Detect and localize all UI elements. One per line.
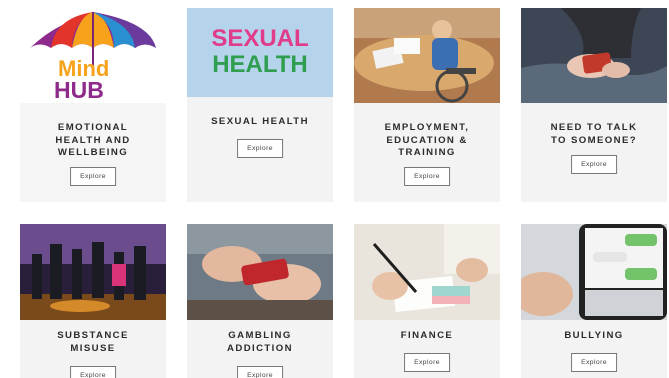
- sexual-health-wordmark: SEXUAL HEALTH: [211, 25, 308, 78]
- photo-hands-red-phone-image: [187, 224, 333, 320]
- card-title-line: Education &: [386, 134, 468, 146]
- photo-writing-notes-image: [354, 224, 500, 320]
- card-title-line: Addiction: [227, 342, 293, 354]
- photo-student-wheelchair: [354, 8, 500, 103]
- card-title: Gambling Addiction: [187, 330, 333, 355]
- photo-party-dancers-image: [20, 224, 166, 320]
- card-title-line: Misuse: [70, 342, 116, 354]
- logo-text-hub: HUB: [54, 77, 104, 103]
- explore-button[interactable]: Explore: [404, 167, 450, 186]
- card-title: Need to Talk to Someone?: [521, 122, 667, 147]
- logo-text-sexual: SEXUAL: [211, 25, 308, 52]
- card-title-line: Need to Talk: [550, 122, 638, 133]
- card-gambling: Gambling Addiction Explore: [187, 224, 333, 378]
- card-title: Sexual Health: [187, 116, 333, 129]
- card-title-line: Substance: [57, 330, 129, 341]
- explore-button[interactable]: Explore: [70, 167, 116, 186]
- card-title-line: Health and: [55, 134, 131, 146]
- photo-hands-phone-image: [521, 8, 667, 103]
- card-title-line: Emotional: [57, 122, 129, 133]
- card-need-to-talk: Need to Talk to Someone? Explore: [521, 8, 667, 202]
- photo-phone-chat-image: [521, 224, 667, 320]
- card-title: Emotional Health and Wellbeing: [20, 122, 166, 160]
- card-employment: Employment, Education & Training Explore: [354, 8, 500, 202]
- card-title: Bullying: [521, 330, 667, 343]
- card-title-line: Wellbeing: [57, 147, 129, 158]
- logo-text-health: HEALTH: [212, 51, 308, 78]
- card-title: Employment, Education & Training: [354, 122, 500, 160]
- photo-writing-notes: [354, 224, 500, 320]
- explore-button[interactable]: Explore: [237, 366, 283, 378]
- umbrella-icon: Mind HUB: [30, 12, 156, 103]
- card-title-line: to Someone?: [550, 134, 638, 146]
- card-title: Substance Misuse: [20, 330, 166, 355]
- explore-button[interactable]: Explore: [571, 155, 617, 174]
- card-finance: Finance Explore: [354, 224, 500, 378]
- photo-phone-chat: [521, 224, 667, 320]
- explore-button[interactable]: Explore: [571, 353, 617, 372]
- card-title-line: Bullying: [564, 330, 624, 341]
- card-emotional-health: Mind HUB Emotional Health and Wellbeing …: [20, 8, 166, 202]
- explore-button[interactable]: Explore: [237, 139, 283, 158]
- photo-hands-phone: [521, 8, 667, 103]
- photo-hands-red-phone: [187, 224, 333, 320]
- photo-party-dancers: [20, 224, 166, 320]
- sexual-health-logo: SEXUAL HEALTH: [187, 8, 333, 97]
- card-bullying: Bullying Explore: [521, 224, 667, 378]
- card-title-line: Finance: [400, 330, 454, 341]
- card-title: Finance: [354, 330, 500, 343]
- photo-student-wheelchair-image: [354, 8, 500, 103]
- card-title-line: Employment,: [384, 122, 470, 133]
- card-title-line: Gambling: [228, 330, 292, 341]
- card-title-line: Training: [398, 147, 456, 158]
- card-title-line: Sexual Health: [211, 116, 309, 127]
- explore-button[interactable]: Explore: [70, 366, 116, 378]
- explore-button[interactable]: Explore: [404, 353, 450, 372]
- card-sexual-health: SEXUAL HEALTH Sexual Health Explore: [187, 8, 333, 202]
- mind-hub-logo: Mind HUB: [20, 8, 166, 103]
- card-substance-misuse: Substance Misuse Explore: [20, 224, 166, 378]
